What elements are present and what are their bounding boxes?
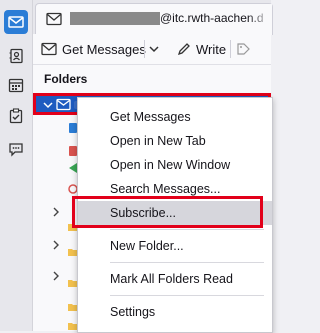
annotation-highlight-box (72, 196, 263, 228)
tag-icon (237, 43, 250, 55)
chevron-right-icon[interactable] (51, 270, 61, 282)
menu-item-get-messages[interactable]: Get Messages (78, 105, 272, 129)
mail-toolbar: Get Messages Write (33, 34, 271, 65)
address-book-space-button[interactable] (4, 44, 28, 68)
toolbar-separator (230, 40, 231, 58)
spaces-toolbar (0, 0, 33, 331)
tab-fade (248, 4, 272, 34)
envelope-icon (46, 12, 62, 26)
menu-separator (110, 295, 264, 296)
folder-pane-title: Folders (44, 72, 88, 86)
chat-space-button[interactable] (4, 137, 28, 161)
calendar-space-button[interactable] (4, 73, 28, 97)
menu-item-mark-all-folders-read[interactable]: Mark All Folders Read (78, 267, 272, 291)
menu-separator (110, 229, 264, 230)
chevron-right-icon[interactable] (51, 206, 61, 218)
redacted-address (70, 12, 160, 25)
tasks-space-button[interactable] (4, 104, 28, 128)
get-messages-dropdown[interactable] (148, 38, 160, 60)
pencil-icon (177, 43, 190, 56)
menu-item-open-new-tab[interactable]: Open in New Tab (78, 129, 272, 153)
tab-bar: @itc.rwth-aachen.d (33, 0, 273, 35)
tasks-icon (9, 108, 23, 124)
menu-item-settings[interactable]: Settings (78, 300, 272, 324)
envelope-icon (56, 98, 71, 111)
chevron-right-icon[interactable] (51, 239, 61, 251)
toolbar-separator (144, 40, 145, 58)
chevron-down-icon (43, 102, 53, 109)
mail-tab[interactable]: @itc.rwth-aachen.d (35, 3, 273, 35)
chat-icon (9, 143, 23, 157)
write-button[interactable]: Write (177, 38, 226, 60)
menu-item-open-new-window[interactable]: Open in New Window (78, 153, 272, 177)
calendar-icon (8, 78, 24, 93)
chevron-down-icon (149, 46, 159, 53)
write-label: Write (196, 41, 227, 57)
tag-button[interactable] (236, 38, 250, 60)
mail-icon (8, 16, 24, 28)
menu-item-new-folder[interactable]: New Folder... (78, 234, 272, 258)
get-messages-label: Get Messages (62, 41, 146, 57)
menu-separator (110, 262, 264, 263)
mail-space-button[interactable] (4, 10, 28, 34)
address-book-icon (9, 48, 23, 64)
envelope-icon (41, 42, 57, 56)
get-messages-button[interactable]: Get Messages (41, 38, 146, 60)
